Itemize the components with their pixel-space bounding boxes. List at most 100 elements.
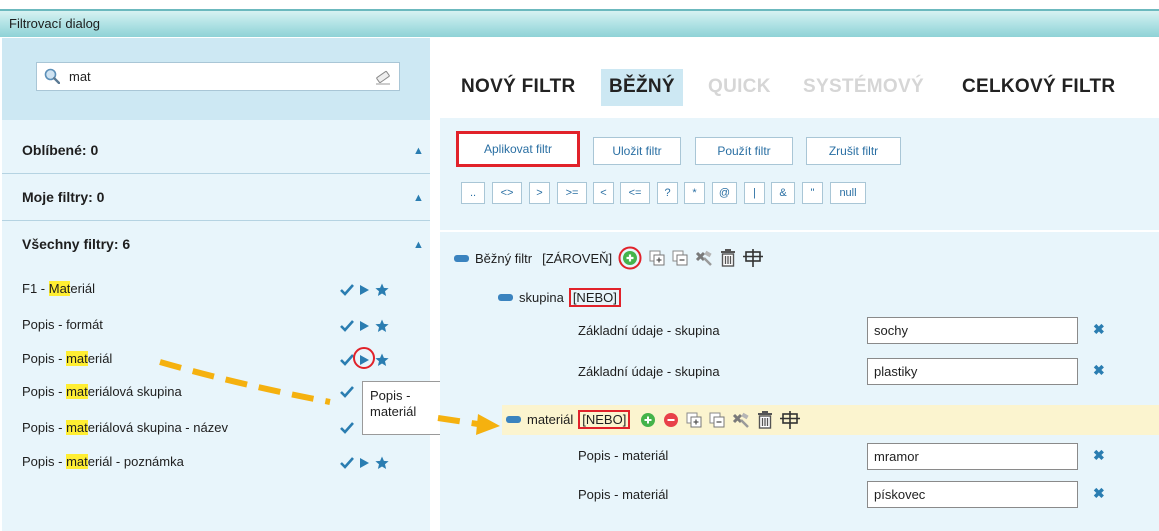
operator-question-button[interactable]: ?	[657, 182, 678, 204]
tab-new-filter[interactable]: NOVÝ FILTR	[461, 76, 576, 98]
remove-condition-icon[interactable]: ✖	[1093, 447, 1105, 464]
remove-condition-icon[interactable]: ✖	[1093, 485, 1105, 502]
collapse-my-filters-icon[interactable]: ▲	[413, 192, 424, 204]
item-actions	[340, 422, 354, 434]
run-filter-icon[interactable]	[359, 320, 370, 332]
section-favorites[interactable]: Oblíbené: 0	[22, 142, 98, 158]
apply-check-icon[interactable]	[340, 422, 354, 434]
operator-null-button[interactable]: null	[830, 182, 866, 204]
tree-group-tools	[640, 410, 801, 429]
operator-less-equal-button[interactable]: <=	[620, 182, 650, 204]
list-item[interactable]: Popis - formát	[22, 317, 103, 332]
collapse-icon[interactable]	[454, 254, 469, 262]
clear-tools-icon[interactable]	[732, 412, 750, 428]
operator-or-button[interactable]: |	[744, 182, 765, 204]
operator-range-button[interactable]: ..	[461, 182, 485, 204]
remove-group-icon[interactable]	[663, 412, 679, 428]
field-value-input[interactable]	[867, 481, 1078, 508]
field-value-input[interactable]	[867, 317, 1078, 344]
favorite-star-icon[interactable]	[375, 319, 389, 333]
field-label: Popis - materiál	[578, 487, 669, 502]
run-filter-icon[interactable]	[359, 354, 370, 366]
apply-filter-button[interactable]: Aplikovat filtr	[456, 131, 580, 167]
search-icon	[44, 68, 60, 84]
search-value: mat	[69, 69, 91, 84]
tree-root-label: Běžný filtr	[475, 250, 533, 266]
favorite-star-icon[interactable]	[375, 456, 389, 470]
tree-root-row[interactable]: Běžný filtr [ZÁROVEŇ]	[454, 246, 764, 270]
run-filter-icon[interactable]	[359, 284, 370, 296]
operator-greater-equal-button[interactable]: >=	[557, 182, 587, 204]
tree-root-operator[interactable]: [ZÁROVEŇ]	[542, 251, 612, 266]
field-label: Popis - materiál	[578, 448, 669, 463]
collapse-icon[interactable]	[498, 294, 513, 301]
tree-group-label: materiál	[527, 412, 574, 427]
tree-group-operator[interactable]: [NEBO]	[568, 288, 621, 307]
collapse-all-icon[interactable]	[672, 250, 688, 266]
apply-check-icon[interactable]	[340, 284, 354, 296]
item-actions	[340, 283, 389, 297]
tree-group-row[interactable]: materiál [NEBO]	[506, 410, 801, 429]
operator-wildcard-button[interactable]: *	[684, 182, 705, 204]
tab-quick[interactable]: QUICK	[708, 76, 771, 98]
search-input[interactable]: mat	[36, 62, 400, 91]
tab-total-filter[interactable]: CELKOVÝ FILTR	[962, 76, 1115, 98]
filter-list-panel: mat Oblíbené: 0 ▲ Moje filtry: 0 ▲ Všech…	[2, 38, 430, 531]
run-filter-icon[interactable]	[359, 457, 370, 469]
field-value-input[interactable]	[867, 443, 1078, 470]
tree-group-operator[interactable]: [NEBO]	[578, 410, 631, 429]
apply-check-icon[interactable]	[340, 320, 354, 332]
apply-check-icon[interactable]	[340, 354, 354, 366]
list-item[interactable]: F1 - Materiál	[22, 281, 95, 296]
remove-condition-icon[interactable]: ✖	[1093, 362, 1105, 379]
field-settings-icon[interactable]	[743, 249, 764, 267]
collapse-favorites-icon[interactable]: ▲	[413, 145, 424, 157]
filter-editor-panel: NOVÝ FILTR BĚŽNÝ QUICK SYSTÉMOVÝ CELKOVÝ…	[440, 38, 1159, 531]
divider	[2, 173, 430, 174]
collapse-icon[interactable]	[506, 416, 521, 423]
operator-and-button[interactable]: &	[771, 182, 795, 204]
expand-all-icon[interactable]	[686, 412, 702, 428]
item-actions	[340, 353, 389, 367]
cancel-filter-button[interactable]: Zrušit filtr	[806, 137, 901, 165]
list-item[interactable]: Popis - materiál	[22, 351, 112, 366]
save-filter-button[interactable]: Uložit filtr	[593, 137, 681, 165]
operator-quote-button[interactable]: "	[802, 182, 823, 204]
tree-root-tools	[618, 246, 764, 270]
tab-system[interactable]: SYSTÉMOVÝ	[803, 76, 924, 98]
tab-current[interactable]: BĚŽNÝ	[601, 69, 683, 106]
trash-icon[interactable]	[720, 249, 736, 267]
window-titlebar: Filtrovací dialog	[0, 9, 1159, 37]
list-item[interactable]: Popis - materiálová skupina - název	[22, 420, 228, 435]
field-value-input[interactable]	[867, 358, 1078, 385]
apply-check-icon[interactable]	[340, 457, 354, 469]
field-settings-icon[interactable]	[780, 410, 801, 429]
field-label: Základní údaje - skupina	[578, 364, 720, 379]
collapse-all-filters-icon[interactable]: ▲	[413, 239, 424, 251]
operator-at-button[interactable]: @	[712, 182, 737, 204]
section-all-filters[interactable]: Všechny filtry: 6	[22, 236, 130, 252]
expand-all-icon[interactable]	[649, 250, 665, 266]
favorite-star-icon[interactable]	[375, 353, 389, 367]
clear-search-icon[interactable]	[375, 69, 391, 85]
list-item[interactable]: Popis - materiál - poznámka	[22, 454, 184, 469]
use-filter-button[interactable]: Použít filtr	[695, 137, 793, 165]
search-area: mat	[2, 38, 430, 120]
section-my-filters[interactable]: Moje filtry: 0	[22, 189, 104, 205]
collapse-all-icon[interactable]	[709, 412, 725, 428]
add-condition-icon[interactable]	[618, 246, 642, 270]
operator-greater-button[interactable]: >	[529, 182, 550, 204]
favorite-star-icon[interactable]	[375, 283, 389, 297]
operator-less-button[interactable]: <	[593, 182, 614, 204]
list-item[interactable]: Popis - materiálová skupina	[22, 384, 182, 399]
item-actions	[340, 319, 389, 333]
clear-tools-icon[interactable]	[695, 250, 713, 266]
tab-bar: NOVÝ FILTR BĚŽNÝ QUICK SYSTÉMOVÝ CELKOVÝ…	[440, 38, 1159, 118]
add-condition-icon[interactable]	[640, 412, 656, 428]
remove-condition-icon[interactable]: ✖	[1093, 321, 1105, 338]
tree-group-row[interactable]: skupina [NEBO]	[498, 288, 621, 307]
trash-icon[interactable]	[757, 410, 773, 429]
operator-not-equal-button[interactable]: <>	[492, 182, 522, 204]
item-actions	[340, 386, 354, 398]
apply-check-icon[interactable]	[340, 386, 354, 398]
